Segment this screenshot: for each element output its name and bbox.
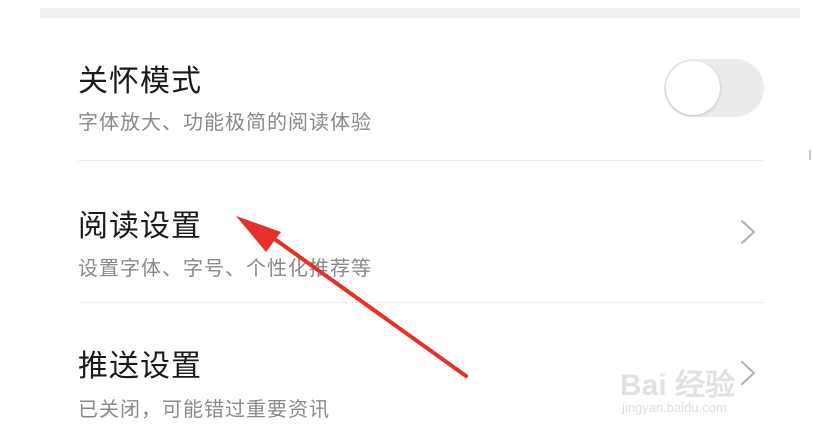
scroll-indicator [809,150,811,160]
settings-screen: 关怀模式 字体放大、功能极简的阅读体验 阅读设置 设置字体、字号、个性化推荐等 … [0,0,813,444]
toggle-knob [666,61,720,115]
setting-title: 推送设置 [78,349,202,384]
setting-subtitle: 设置字体、字号、个性化推荐等 [78,256,372,280]
setting-title: 关怀模式 [78,64,202,99]
care-mode-toggle[interactable] [664,59,764,117]
chevron-right-icon[interactable] [738,359,758,387]
section-divider [40,8,800,18]
setting-row-reading-settings[interactable]: 阅读设置 设置字体、字号、个性化推荐等 [78,160,764,302]
setting-subtitle: 已关闭，可能错过重要资讯 [78,397,330,421]
setting-row-care-mode[interactable]: 关怀模式 字体放大、功能极简的阅读体验 [78,18,764,160]
settings-list: 关怀模式 字体放大、功能极简的阅读体验 阅读设置 设置字体、字号、个性化推荐等 … [78,18,764,444]
setting-title: 阅读设置 [78,209,202,244]
setting-row-push-settings[interactable]: 推送设置 已关闭，可能错过重要资讯 [78,302,764,444]
setting-subtitle: 字体放大、功能极简的阅读体验 [78,110,372,134]
chevron-right-icon[interactable] [738,218,758,246]
